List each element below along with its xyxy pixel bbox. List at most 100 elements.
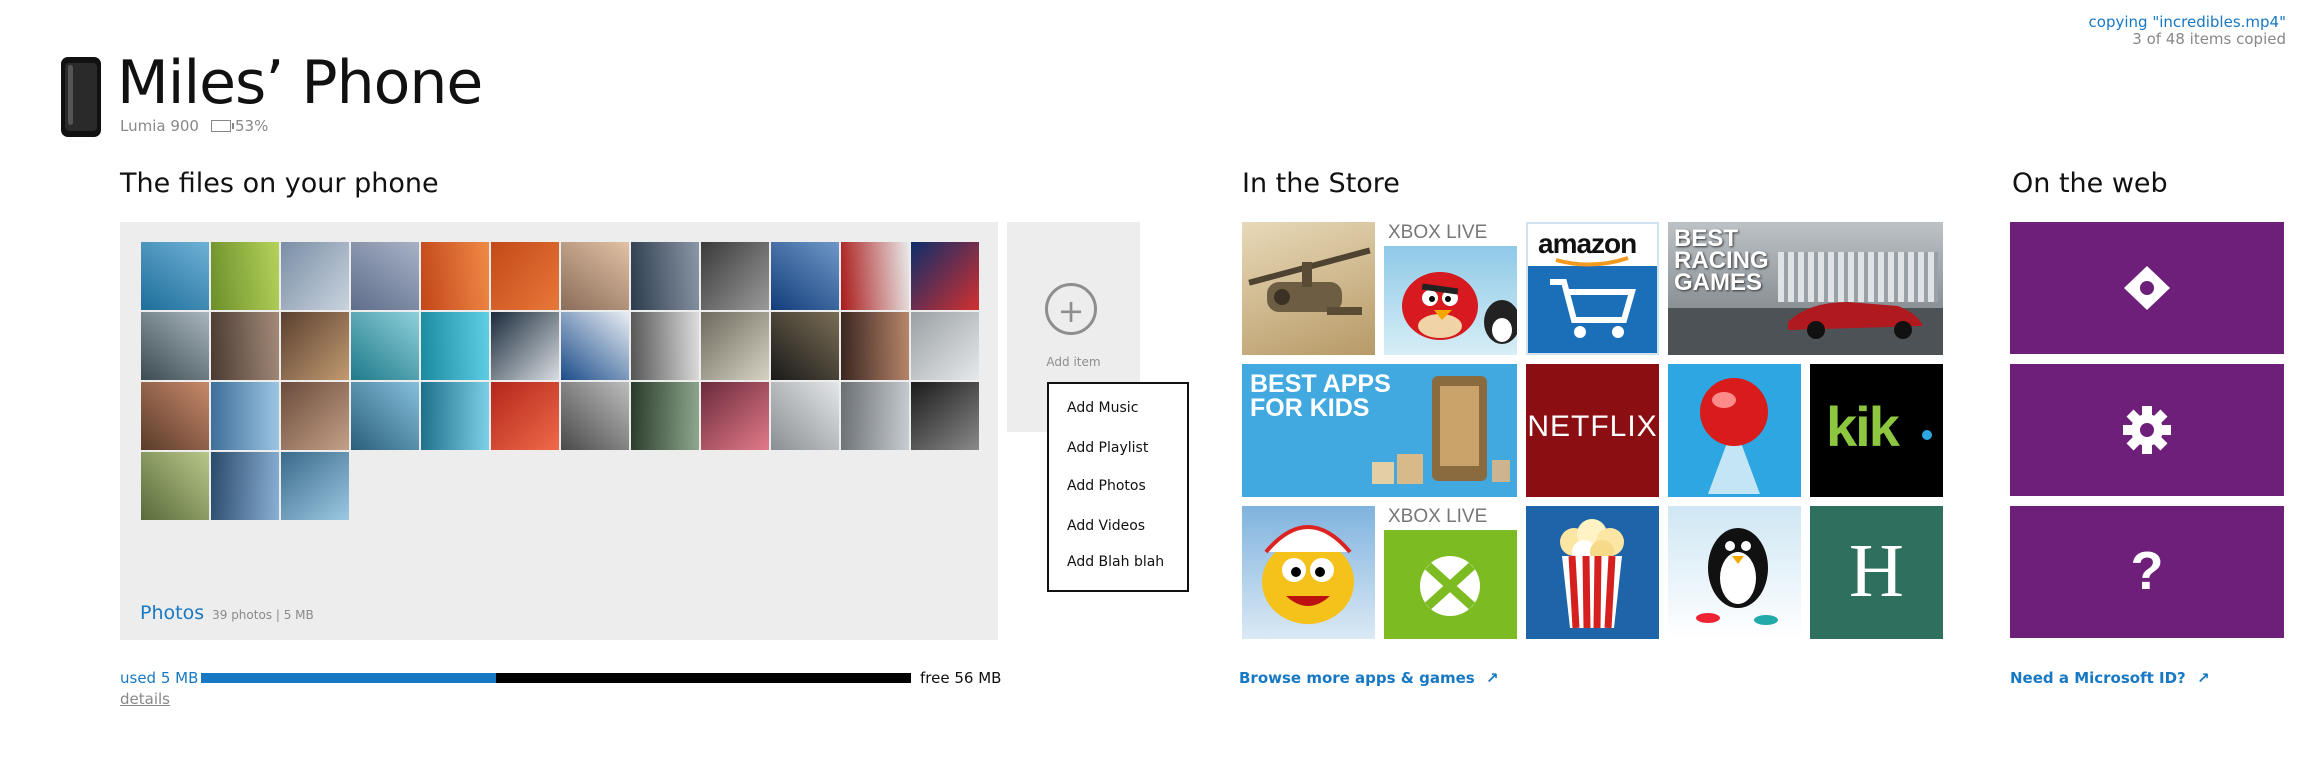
web-tile-settings[interactable] bbox=[2010, 364, 2284, 496]
toy-blocks-icon bbox=[1372, 376, 1510, 484]
photo-thumbnail[interactable] bbox=[631, 382, 699, 450]
photo-thumbnail[interactable] bbox=[141, 242, 209, 310]
angry-bird-icon bbox=[1402, 272, 1517, 344]
browse-more-link[interactable]: Browse more apps & games ↗ bbox=[1239, 669, 1499, 687]
photo-thumbnail[interactable] bbox=[281, 452, 349, 520]
photo-thumbnail[interactable] bbox=[351, 242, 419, 310]
photo-thumbnail[interactable] bbox=[631, 312, 699, 380]
photo-thumbnail[interactable] bbox=[911, 242, 979, 310]
menu-item-add-photos[interactable]: Add Photos bbox=[1067, 478, 1146, 494]
photo-thumbnail[interactable] bbox=[421, 242, 489, 310]
arrow-up-right-icon: ↗ bbox=[2197, 669, 2210, 687]
plus-icon[interactable]: + bbox=[1045, 283, 1097, 335]
photo-thumbnail[interactable] bbox=[561, 312, 629, 380]
store-tile-best-racing[interactable]: BEST RACING GAMES bbox=[1668, 222, 1943, 355]
photo-thumbnail[interactable] bbox=[211, 242, 279, 310]
store-tile-amazon[interactable]: amazon bbox=[1526, 222, 1659, 355]
store-tile-cartoon-racer[interactable] bbox=[1242, 506, 1375, 639]
arrow-up-right-icon: ↗ bbox=[1485, 669, 1499, 687]
photo-thumbnail[interactable] bbox=[281, 242, 349, 310]
diamond-icon bbox=[2124, 266, 2170, 310]
photo-thumbnail[interactable] bbox=[771, 382, 839, 450]
photo-thumbnail[interactable] bbox=[351, 312, 419, 380]
store-tile-popcorn[interactable] bbox=[1526, 506, 1659, 639]
photo-thumbnail[interactable] bbox=[141, 382, 209, 450]
battery-icon bbox=[210, 120, 234, 132]
store-tile-h[interactable]: H bbox=[1810, 506, 1943, 639]
photo-thumbnail[interactable] bbox=[841, 312, 909, 380]
store-tile-angry-birds[interactable]: XBOX LIVE bbox=[1384, 222, 1517, 355]
photo-thumbnail[interactable] bbox=[911, 312, 979, 380]
photo-thumbnail[interactable] bbox=[211, 312, 279, 380]
xbox-live-label-2: XBOX LIVE bbox=[1388, 506, 1488, 527]
photo-thumbnail[interactable] bbox=[841, 242, 909, 310]
red-ball-icon bbox=[1700, 378, 1768, 494]
add-item-label: Add item bbox=[1046, 355, 1101, 369]
photo-thumbnail[interactable] bbox=[491, 382, 559, 450]
files-heading: The files on your phone bbox=[120, 168, 439, 199]
web-tile-diamond[interactable] bbox=[2010, 222, 2284, 354]
photo-thumbnail[interactable] bbox=[841, 382, 909, 450]
photo-thumbnail[interactable] bbox=[281, 382, 349, 450]
gear-icon bbox=[2123, 406, 2171, 454]
phone-icon bbox=[61, 57, 101, 137]
menu-item-add-blah[interactable]: Add Blah blah bbox=[1067, 554, 1164, 570]
photo-thumbnail[interactable] bbox=[701, 312, 769, 380]
photo-thumbnail[interactable] bbox=[701, 382, 769, 450]
photo-thumbnail[interactable] bbox=[421, 312, 489, 380]
storage-used-label: used 5 MB bbox=[120, 669, 199, 687]
photo-thumbnail[interactable] bbox=[771, 242, 839, 310]
microsoft-id-label[interactable]: Need a Microsoft ID? bbox=[2010, 669, 2186, 687]
menu-item-add-videos[interactable]: Add Videos bbox=[1067, 518, 1145, 534]
store-tile-helicopter[interactable] bbox=[1242, 222, 1375, 355]
popcorn-icon bbox=[1560, 519, 1624, 629]
microsoft-id-link[interactable]: Need a Microsoft ID? ↗ bbox=[2010, 669, 2210, 687]
photo-thumbnail[interactable] bbox=[211, 452, 279, 520]
photo-thumbnail[interactable] bbox=[211, 382, 279, 450]
photo-thumbnail[interactable] bbox=[491, 242, 559, 310]
best-racing-text: BEST RACING GAMES bbox=[1674, 225, 1769, 296]
photo-thumbnail[interactable] bbox=[701, 242, 769, 310]
phone-model: Lumia 900 bbox=[120, 117, 199, 135]
question-icon: ? bbox=[2130, 541, 2164, 601]
menu-item-add-playlist[interactable]: Add Playlist bbox=[1067, 440, 1148, 456]
add-menu: Add Music Add Playlist Add Photos Add Vi… bbox=[1047, 382, 1189, 592]
photo-thumbnail[interactable] bbox=[281, 312, 349, 380]
helicopter-icon bbox=[1248, 247, 1371, 315]
photo-thumbnail[interactable] bbox=[631, 242, 699, 310]
copy-status[interactable]: copying "incredibles.mp4" 3 of 48 items … bbox=[2089, 14, 2286, 48]
photos-panel[interactable] bbox=[120, 222, 998, 640]
store-tile-best-apps-kids[interactable]: BEST APPS FOR KIDS bbox=[1242, 364, 1517, 497]
storage-bar bbox=[201, 673, 911, 683]
penguin-icon bbox=[1696, 528, 1778, 625]
shopping-cart-icon bbox=[1550, 256, 1636, 338]
store-tile-xbox[interactable]: XBOX LIVE bbox=[1384, 506, 1517, 639]
photo-thumbnail[interactable] bbox=[491, 312, 559, 380]
photo-thumbnail[interactable] bbox=[911, 382, 979, 450]
cartoon-chick-icon bbox=[1262, 525, 1354, 624]
copy-status-file[interactable]: copying "incredibles.mp4" bbox=[2089, 14, 2286, 31]
photo-thumbnail[interactable] bbox=[141, 452, 209, 520]
xbox-logo-icon bbox=[1420, 556, 1480, 616]
photo-thumbnail[interactable] bbox=[351, 382, 419, 450]
netflix-logo-text: NETFLIX bbox=[1527, 410, 1658, 443]
photos-label[interactable]: Photos bbox=[140, 602, 204, 624]
photo-thumbnail[interactable] bbox=[561, 242, 629, 310]
store-tile-penguin[interactable] bbox=[1668, 506, 1801, 639]
menu-item-add-music[interactable]: Add Music bbox=[1067, 400, 1138, 416]
copy-status-progress: 3 of 48 items copied bbox=[2132, 30, 2286, 48]
photo-thumbnail[interactable] bbox=[561, 382, 629, 450]
photo-thumbnail[interactable] bbox=[771, 312, 839, 380]
web-tile-help[interactable]: ? bbox=[2010, 506, 2284, 638]
photo-thumbnail[interactable] bbox=[421, 382, 489, 450]
photo-thumbnail[interactable] bbox=[141, 312, 209, 380]
details-link[interactable]: details bbox=[120, 690, 170, 708]
browse-more-label[interactable]: Browse more apps & games bbox=[1239, 669, 1475, 687]
store-tile-red-ball[interactable] bbox=[1668, 364, 1801, 497]
kik-logo-text: kik bbox=[1826, 395, 1900, 458]
photos-link[interactable]: Photos 39 photos | 5 MB bbox=[140, 602, 314, 624]
store-tile-kik[interactable]: kik bbox=[1810, 364, 1943, 497]
web-heading: On the web bbox=[2012, 168, 2168, 199]
page-title: Miles’ Phone bbox=[117, 48, 483, 118]
store-tile-netflix[interactable]: NETFLIX bbox=[1526, 364, 1659, 497]
